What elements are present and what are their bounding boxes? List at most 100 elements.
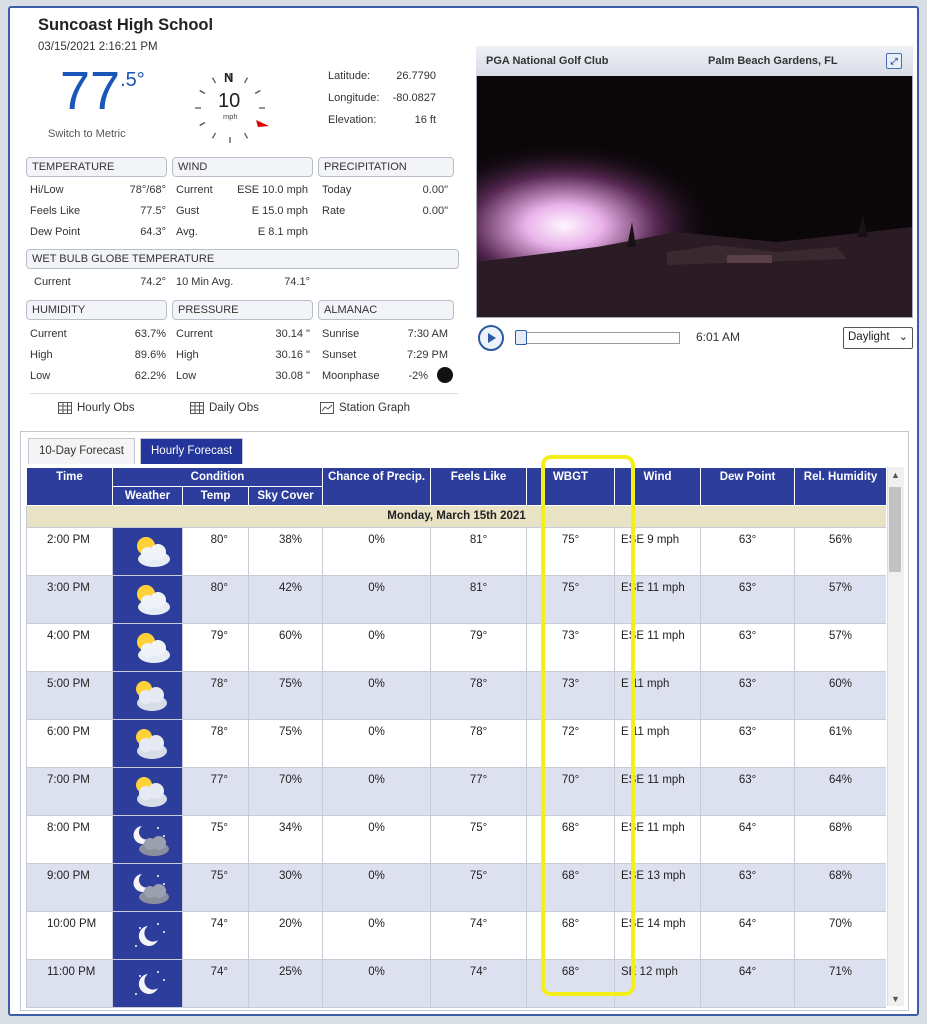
row-sky-cover: 75%: [247, 671, 324, 720]
row-temp: 78°: [182, 671, 249, 720]
row-feels-like: 78°: [430, 719, 528, 768]
expand-icon[interactable]: ⤢: [886, 53, 902, 69]
row-sky-cover: 34%: [247, 815, 324, 864]
table-row: 4:00 PM 79° 60% 0% 79° 73° ESE 11 mph 63° 57%: [26, 623, 886, 672]
row-dew-point: 63°: [700, 863, 796, 912]
day-header: Tuesday, March 16th 2021: [26, 1007, 886, 1008]
clear-night-icon: [134, 923, 165, 947]
row-dew-point: 63°: [700, 527, 796, 576]
row-precip: 0%: [322, 575, 432, 624]
row-precip: 0%: [322, 863, 432, 912]
timelapse-slider[interactable]: [515, 332, 680, 344]
row-time: 7:00 PM: [26, 767, 113, 816]
row-temp: 79°: [182, 623, 249, 672]
wbgt-avg-label: 10 Min Avg.: [176, 276, 234, 288]
wind-speed-value: 10: [218, 90, 241, 112]
row-sky-cover: 20%: [247, 911, 324, 960]
tab-10-day-forecast[interactable]: 10-Day Forecast: [28, 438, 136, 464]
row-rel-humidity: 60%: [794, 671, 886, 720]
pressure-header: PRESSURE: [172, 300, 313, 320]
chevron-down-icon: ⌄: [898, 331, 908, 343]
row-rel-humidity: 64%: [794, 767, 886, 816]
temp-hilow-value: 78°/68°: [129, 184, 166, 196]
wind-speed-unit: mph: [223, 112, 238, 121]
moonphase-value: -2%: [408, 370, 428, 382]
row-temp: 77°: [182, 767, 249, 816]
row-temp: 80°: [182, 527, 249, 576]
row-dew-point: 64°: [700, 959, 796, 1008]
row-precip: 0%: [322, 719, 432, 768]
webcam-view[interactable]: [476, 46, 913, 318]
station-graph-link[interactable]: Station Graph: [320, 402, 410, 414]
row-feels-like: 81°: [430, 527, 528, 576]
pressure-current-value: 30.14 ": [275, 328, 311, 340]
pressure-high-value: 30.16 ": [275, 349, 311, 361]
play-button[interactable]: [478, 325, 504, 351]
row-feels-like: 74°: [430, 911, 528, 960]
webcam-location: Palm Beach Gardens, FL: [708, 55, 838, 67]
partly-cloudy-day-icon: [136, 585, 170, 615]
humidity-current-label: Current: [30, 328, 67, 340]
row-dew-point: 63°: [700, 719, 796, 768]
hourly-obs-link[interactable]: Hourly Obs: [58, 402, 135, 414]
hourly-obs-label: Hourly Obs: [77, 402, 135, 414]
row-time: 10:00 PM: [26, 911, 113, 960]
table-row: 10:00 PM 74° 20% 0% 74° 68° ESE 14 mph 64° 70%: [26, 911, 886, 960]
table-row: 5:00 PM 78° 75% 0% 78° 73° E 11 mph 63° 60%: [26, 671, 886, 720]
col-precip: Chance of Precip.: [322, 467, 432, 506]
daily-obs-link[interactable]: Daily Obs: [190, 402, 259, 414]
table-icon: [58, 402, 72, 414]
station-datetime: 03/15/2021 2:16:21 PM: [38, 41, 158, 53]
row-rel-humidity: 57%: [794, 623, 886, 672]
table-row: 11:00 PM 74° 25% 0% 74° 68° SE 12 mph 64° 71%: [26, 959, 886, 1008]
row-sky-cover: 38%: [247, 527, 324, 576]
clear-night-icon: [134, 971, 165, 995]
row-temp: 74°: [182, 959, 249, 1008]
row-sky-cover: 75%: [247, 719, 324, 768]
row-feels-like: 77°: [430, 767, 528, 816]
scroll-up-icon[interactable]: ▲: [891, 470, 900, 480]
latitude-label: Latitude:: [328, 70, 371, 82]
weather-cell: [112, 959, 183, 1008]
row-precip: 0%: [322, 959, 432, 1008]
pressure-high-label: High: [176, 349, 199, 361]
webcam-time: 6:01 AM: [696, 330, 741, 344]
col-temp: Temp: [182, 486, 249, 506]
wind-gust-value: E 15.0 mph: [251, 205, 308, 217]
row-time: 11:00 PM: [26, 959, 113, 1008]
row-feels-like: 81°: [430, 575, 528, 624]
feels-like-value: 77.5°: [140, 205, 166, 217]
row-time: 9:00 PM: [26, 863, 113, 912]
tab-hourly-forecast[interactable]: Hourly Forecast: [140, 438, 244, 464]
row-sky-cover: 70%: [247, 767, 324, 816]
temp-hilow-label: Hi/Low: [30, 184, 64, 196]
weather-cell: [112, 527, 183, 576]
wbgt-current-value: 74.2°: [140, 276, 166, 288]
weather-cell: [112, 911, 183, 960]
row-sky-cover: 30%: [247, 863, 324, 912]
wbgt-current-label: Current: [34, 276, 71, 288]
partly-cloudy-night-icon: [133, 874, 169, 904]
row-dew-point: 63°: [700, 623, 796, 672]
forecast-scrollbar-thumb[interactable]: [889, 487, 901, 572]
humidity-low-label: Low: [30, 370, 51, 382]
table-row: 6:00 PM 78° 75% 0% 78° 72° E 11 mph 63° 61%: [26, 719, 886, 768]
row-rel-humidity: 56%: [794, 527, 886, 576]
sunset-value: 7:29 PM: [407, 349, 448, 361]
timelapse-slider-handle[interactable]: [515, 330, 527, 345]
row-temp: 74°: [182, 911, 249, 960]
precip-today-value: 0.00": [422, 184, 448, 196]
wind-gust-label: Gust: [176, 205, 200, 217]
switch-to-metric-link[interactable]: Switch to Metric: [48, 128, 126, 140]
row-feels-like: 75°: [430, 815, 528, 864]
row-time: 5:00 PM: [26, 671, 113, 720]
row-temp: 80°: [182, 575, 249, 624]
row-dew-point: 63°: [700, 767, 796, 816]
mostly-cloudy-day-icon: [135, 681, 167, 711]
scroll-down-icon[interactable]: ▼: [891, 994, 900, 1004]
moonphase-label: Moonphase: [322, 370, 380, 382]
col-dew-point: Dew Point: [700, 467, 796, 506]
daylight-select[interactable]: Daylight ⌄: [843, 327, 913, 349]
table-row: 3:00 PM 80° 42% 0% 81° 75° ESE 11 mph 63° 57%: [26, 575, 886, 624]
humidity-low-value: 62.2%: [134, 370, 166, 382]
